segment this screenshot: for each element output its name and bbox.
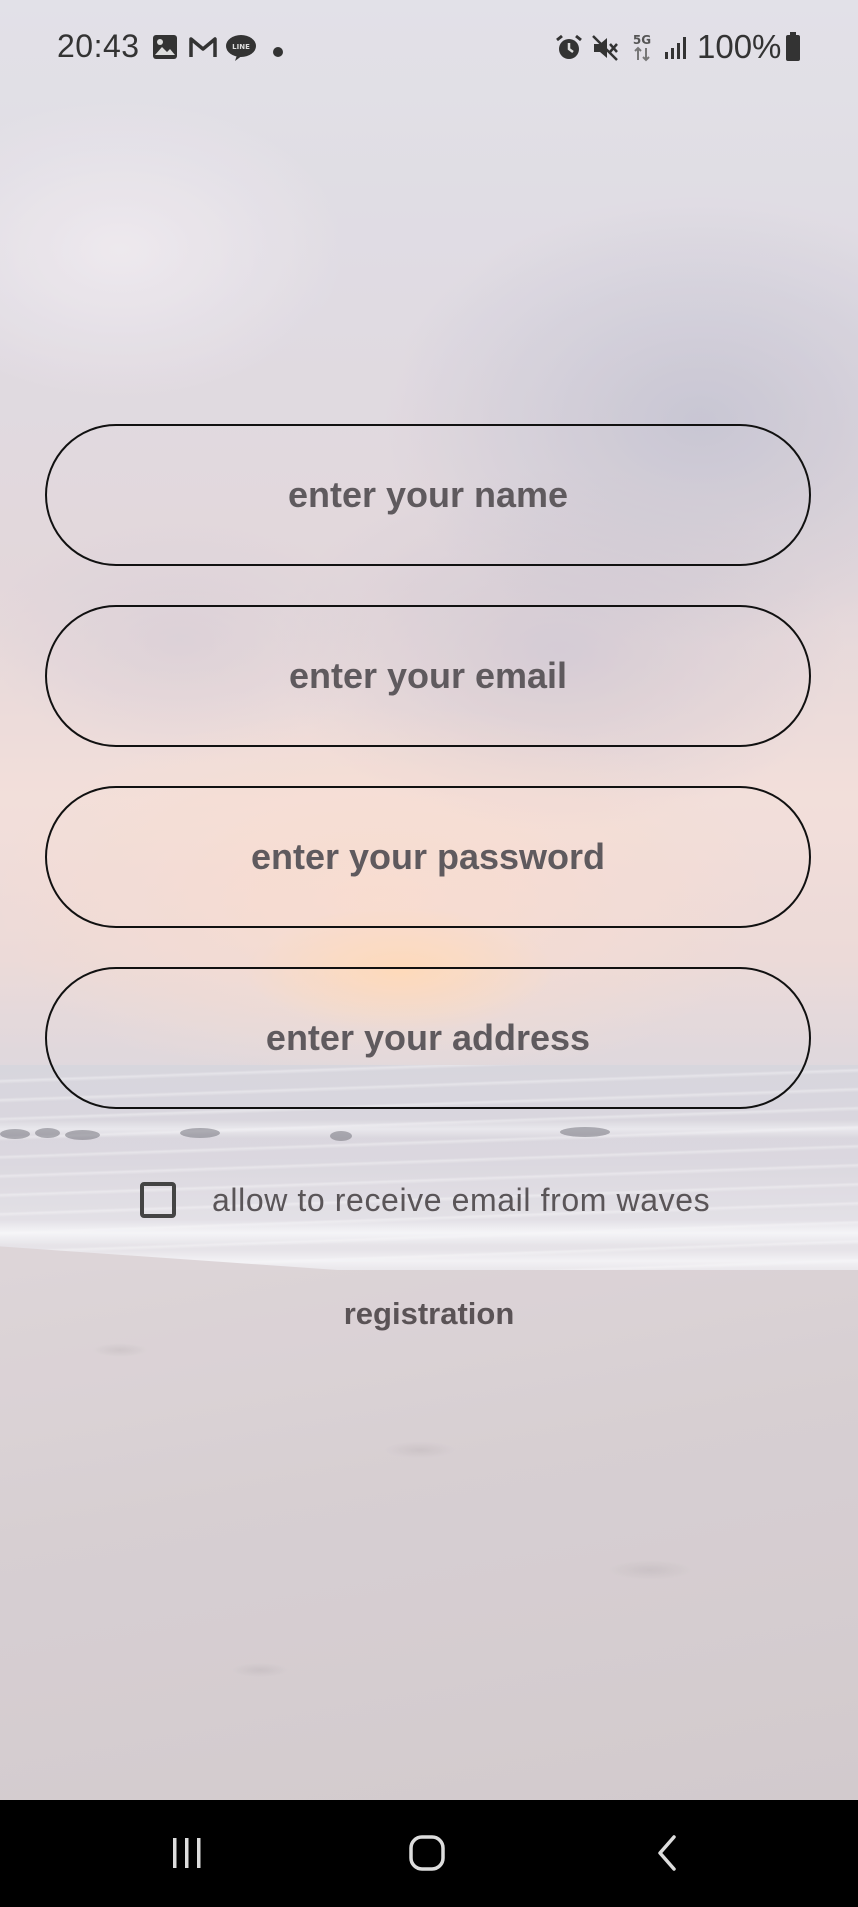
gmail-icon (188, 34, 218, 65)
password-input[interactable] (83, 835, 773, 879)
back-icon (655, 1834, 679, 1877)
email-input[interactable] (83, 654, 773, 698)
battery-icon (785, 32, 801, 67)
back-button[interactable] (637, 1830, 697, 1880)
battery-percent: 100% (697, 28, 782, 65)
navigation-bar (0, 1800, 858, 1907)
home-button[interactable] (397, 1830, 457, 1880)
status-time: 20:43 (57, 28, 140, 64)
mute-icon (591, 34, 619, 67)
svg-text:5G: 5G (633, 33, 651, 47)
email-consent-label: allow to receive email from waves (212, 1181, 711, 1218)
email-consent-checkbox[interactable] (140, 1182, 176, 1218)
email-consent-row[interactable]: allow to receive email from waves (140, 1178, 710, 1222)
registration-button[interactable]: registration (0, 1296, 858, 1332)
alarm-icon (555, 34, 583, 67)
name-input[interactable] (83, 473, 773, 517)
address-field[interactable] (45, 967, 811, 1109)
recents-icon (169, 1836, 205, 1875)
svg-text:LINE: LINE (232, 43, 250, 51)
5g-icon: 5G (630, 32, 654, 67)
password-field[interactable] (45, 786, 811, 928)
image-icon (152, 34, 178, 65)
name-field[interactable] (45, 424, 811, 566)
dot-icon (273, 44, 283, 62)
status-bar: 20:43 LINE 5G 100% (0, 0, 858, 96)
signal-icon (664, 34, 690, 65)
registration-screen: 20:43 LINE 5G 100% enter your name enter… (0, 0, 858, 1907)
recents-button[interactable] (157, 1830, 217, 1880)
email-field[interactable] (45, 605, 811, 747)
home-icon (408, 1834, 446, 1877)
address-input[interactable] (83, 1016, 773, 1060)
line-icon: LINE (225, 34, 257, 67)
